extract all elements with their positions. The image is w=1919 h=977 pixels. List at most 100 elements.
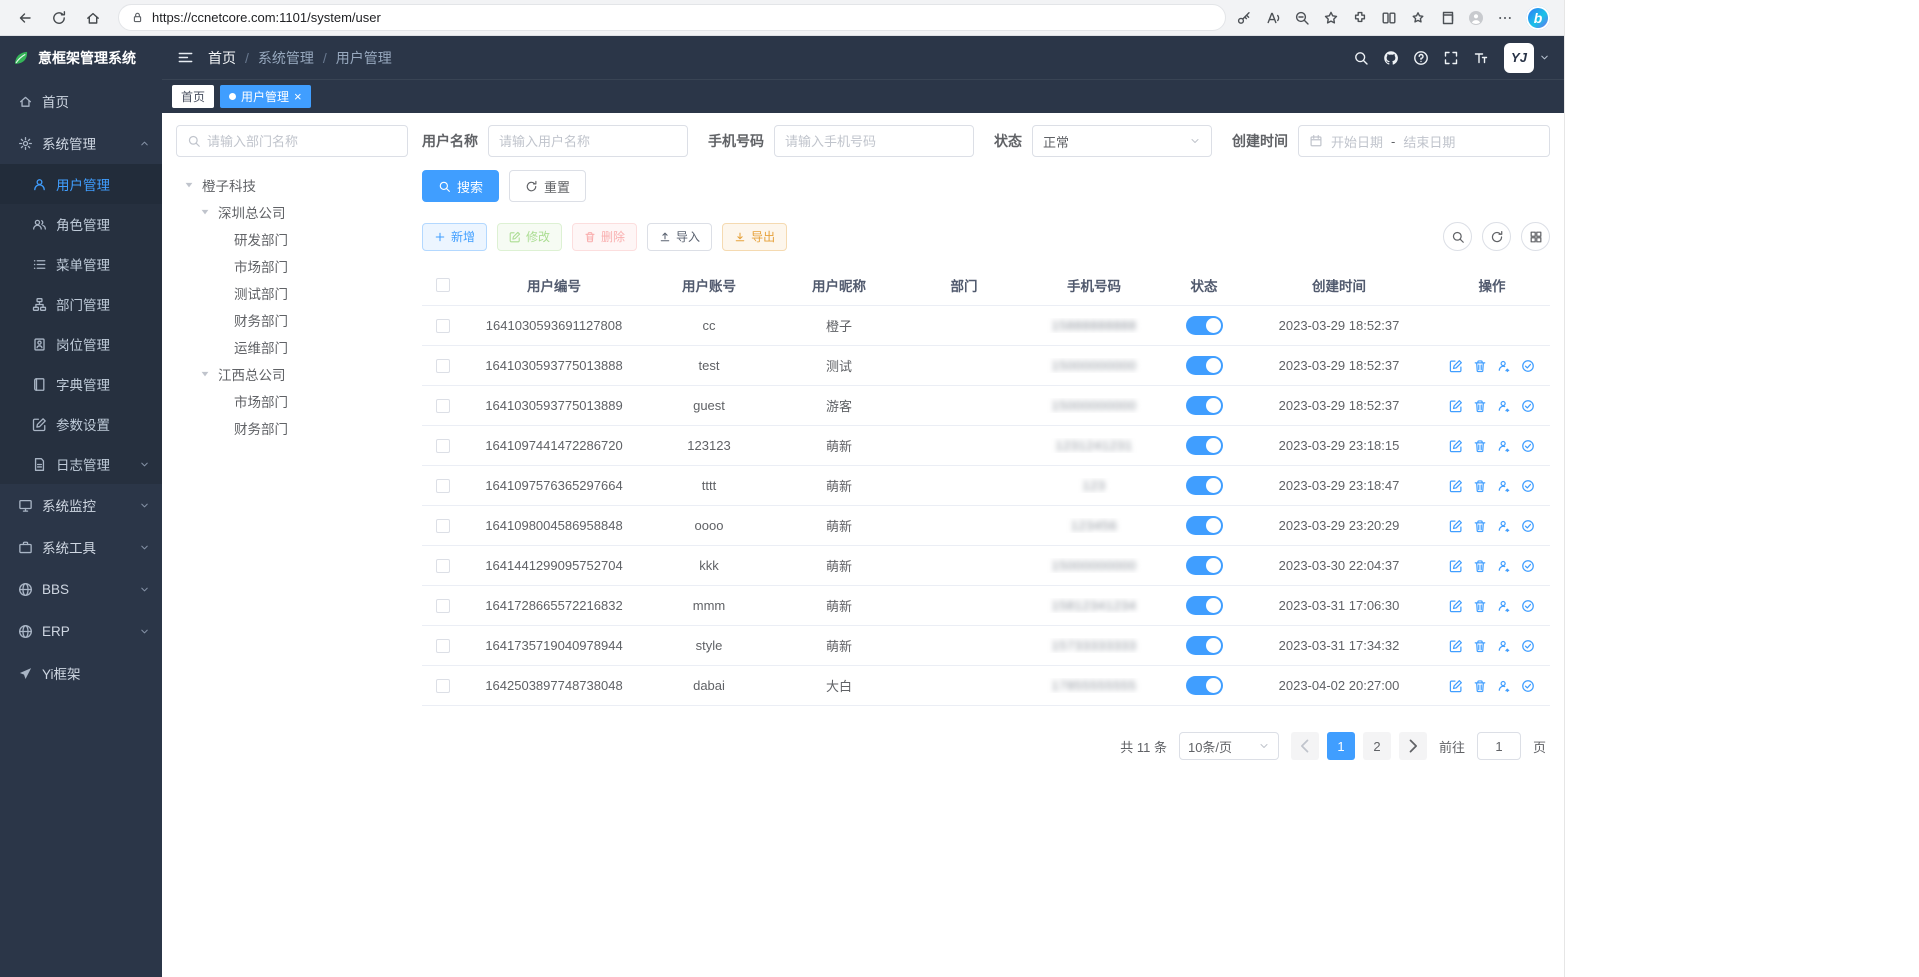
row-checkbox[interactable] [436, 479, 450, 493]
breadcrumb-item[interactable]: 首页 [208, 48, 236, 68]
status-toggle[interactable] [1186, 316, 1223, 335]
tree-node[interactable]: 市场部门 [176, 387, 408, 414]
sidebar-item-erp[interactable]: ERP [0, 610, 162, 652]
sidebar-item-yiframe[interactable]: Yi框架 [0, 652, 162, 694]
tree-node[interactable]: 市场部门 [176, 252, 408, 279]
edit-icon[interactable] [1449, 639, 1463, 653]
tree-node[interactable]: 测试部门 [176, 279, 408, 306]
date-range-picker[interactable]: 开始日期 - 结束日期 [1298, 125, 1550, 157]
edit-icon[interactable] [1449, 359, 1463, 373]
edit-button[interactable]: 修改 [497, 223, 562, 251]
delete-icon[interactable] [1473, 639, 1487, 653]
key-icon[interactable] [1236, 10, 1252, 26]
sidebar-item-bbs[interactable]: BBS [0, 568, 162, 610]
tab-user[interactable]: 用户管理× [220, 85, 311, 108]
reset-password-icon[interactable] [1497, 559, 1511, 573]
help-icon[interactable] [1406, 43, 1436, 73]
hamburger-icon[interactable] [162, 36, 208, 80]
row-checkbox[interactable] [436, 559, 450, 573]
row-checkbox[interactable] [436, 599, 450, 613]
sidebar-item-system[interactable]: 系统管理 [0, 122, 162, 164]
row-checkbox[interactable] [436, 399, 450, 413]
status-toggle[interactable] [1186, 436, 1223, 455]
sidebar-item-menu[interactable]: 菜单管理 [0, 244, 162, 284]
row-checkbox[interactable] [436, 639, 450, 653]
edit-icon[interactable] [1449, 679, 1463, 693]
sidebar-item-param[interactable]: 参数设置 [0, 404, 162, 444]
favorites-bar-icon[interactable] [1410, 10, 1426, 26]
sidebar-item-post[interactable]: 岗位管理 [0, 324, 162, 364]
sidebar-item-home[interactable]: 首页 [0, 80, 162, 122]
reset-password-icon[interactable] [1497, 359, 1511, 373]
goto-page-input[interactable] [1477, 732, 1521, 760]
tree-node[interactable]: 运维部门 [176, 333, 408, 360]
delete-button[interactable]: 删除 [572, 223, 637, 251]
sidebar-item-dept[interactable]: 部门管理 [0, 284, 162, 324]
edit-icon[interactable] [1449, 439, 1463, 453]
sidebar-item-role[interactable]: 角色管理 [0, 204, 162, 244]
page-size-select[interactable]: 10条/页 [1179, 732, 1279, 760]
delete-icon[interactable] [1473, 679, 1487, 693]
edit-icon[interactable] [1449, 559, 1463, 573]
tree-node[interactable]: 橙子科技 [176, 171, 408, 198]
status-select[interactable]: 正常 [1032, 125, 1212, 157]
back-icon[interactable] [10, 3, 40, 33]
tree-node[interactable]: 财务部门 [176, 414, 408, 441]
reset-password-icon[interactable] [1497, 679, 1511, 693]
username-input[interactable] [499, 134, 677, 149]
reset-password-icon[interactable] [1497, 639, 1511, 653]
page-button-2[interactable]: 2 [1363, 732, 1391, 760]
edit-icon[interactable] [1449, 399, 1463, 413]
grid-icon[interactable] [1521, 222, 1550, 251]
sidebar-item-monitor[interactable]: 系统监控 [0, 484, 162, 526]
home-icon[interactable] [78, 3, 108, 33]
check-circle-icon[interactable] [1521, 519, 1535, 533]
check-circle-icon[interactable] [1521, 639, 1535, 653]
zoom-out-icon[interactable] [1294, 10, 1310, 26]
check-circle-icon[interactable] [1521, 399, 1535, 413]
search-icon[interactable] [1346, 43, 1376, 73]
import-button[interactable]: 导入 [647, 223, 712, 251]
edit-icon[interactable] [1449, 599, 1463, 613]
delete-icon[interactable] [1473, 359, 1487, 373]
tree-caret-icon[interactable] [196, 366, 214, 382]
split-screen-icon[interactable] [1381, 10, 1397, 26]
tree-caret-icon[interactable] [180, 177, 198, 193]
check-circle-icon[interactable] [1521, 559, 1535, 573]
read-aloud-icon[interactable] [1265, 10, 1281, 26]
delete-icon[interactable] [1473, 599, 1487, 613]
delete-icon[interactable] [1473, 479, 1487, 493]
delete-icon[interactable] [1473, 519, 1487, 533]
status-toggle[interactable] [1186, 676, 1223, 695]
tab-close-icon[interactable]: × [294, 90, 302, 103]
reset-password-icon[interactable] [1497, 439, 1511, 453]
profile-avatar-icon[interactable] [1468, 10, 1484, 26]
export-button[interactable]: 导出 [722, 223, 787, 251]
select-all-checkbox[interactable] [436, 278, 450, 292]
status-toggle[interactable] [1186, 596, 1223, 615]
row-checkbox[interactable] [436, 679, 450, 693]
delete-icon[interactable] [1473, 559, 1487, 573]
sidebar-item-log[interactable]: 日志管理 [0, 444, 162, 484]
edit-icon[interactable] [1449, 519, 1463, 533]
sidebar-item-dict[interactable]: 字典管理 [0, 364, 162, 404]
sidebar-item-tools[interactable]: 系统工具 [0, 526, 162, 568]
favorite-add-icon[interactable] [1323, 10, 1339, 26]
font-size-icon[interactable] [1466, 43, 1496, 73]
status-toggle[interactable] [1186, 556, 1223, 575]
tree-caret-icon[interactable] [196, 204, 214, 220]
prev-page-button[interactable] [1291, 732, 1319, 760]
search-button[interactable]: 搜索 [422, 170, 499, 202]
breadcrumb-item[interactable]: 用户管理 [336, 48, 392, 68]
add-button[interactable]: 新增 [422, 223, 487, 251]
tab-home[interactable]: 首页 [172, 85, 214, 108]
check-circle-icon[interactable] [1521, 359, 1535, 373]
collections-icon[interactable] [1439, 10, 1455, 26]
extensions-icon[interactable] [1352, 10, 1368, 26]
breadcrumb-item[interactable]: 系统管理 [258, 48, 314, 68]
check-circle-icon[interactable] [1521, 679, 1535, 693]
status-toggle[interactable] [1186, 516, 1223, 535]
check-circle-icon[interactable] [1521, 599, 1535, 613]
tree-node[interactable]: 深圳总公司 [176, 198, 408, 225]
reset-button[interactable]: 重置 [509, 170, 586, 202]
